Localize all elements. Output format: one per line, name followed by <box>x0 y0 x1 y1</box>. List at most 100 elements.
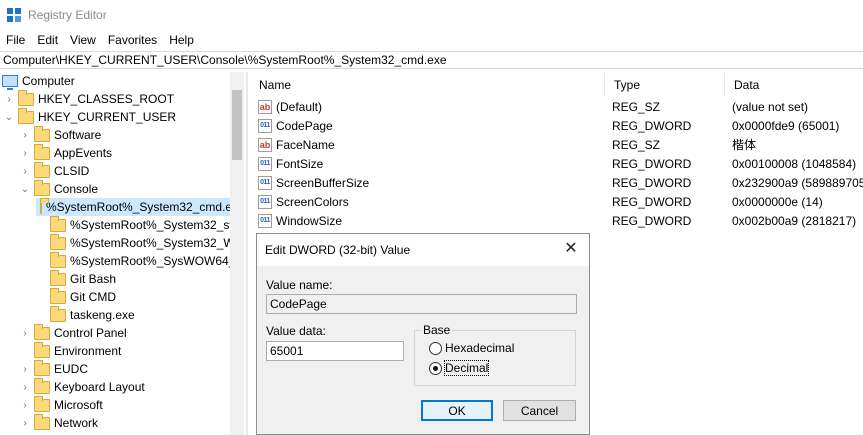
value-row[interactable]: 011 ScreenBufferSize REG_DWORD 0x232900a9… <box>250 173 863 192</box>
menu-bar: File Edit View Favorites Help <box>0 30 863 50</box>
tree-item-label: Git Bash <box>70 272 117 286</box>
tree-item-clsid[interactable]: › CLSID <box>20 161 89 180</box>
scrollbar-thumb[interactable] <box>232 90 242 160</box>
tree-item-cmd-exe[interactable]: %SystemRoot%_System32_cmd.exe <box>36 197 244 216</box>
menu-file[interactable]: File <box>1 33 30 47</box>
tree-item-console[interactable]: ⌄ Console <box>20 179 99 198</box>
tree-item-network[interactable]: › Network <box>20 413 99 432</box>
chevron-right-icon[interactable]: › <box>4 90 14 108</box>
menu-help[interactable]: Help <box>164 33 199 47</box>
tree-item-system32-powershell[interactable]: %SystemRoot%_System32_WindowsPowerShell <box>36 233 244 252</box>
tree-item-environment[interactable]: Environment <box>20 341 121 360</box>
tree-item-git-cmd[interactable]: Git CMD <box>36 287 116 306</box>
chevron-right-icon[interactable]: › <box>20 360 30 378</box>
value-row[interactable]: 011 WindowSize REG_DWORD 0x002b00a9 (2818… <box>250 211 863 230</box>
folder-icon <box>34 323 50 340</box>
cancel-button[interactable]: Cancel <box>503 400 576 421</box>
radio-decimal[interactable]: Decimal <box>429 360 490 376</box>
value-row[interactable]: ab (Default) REG_SZ (value not set) <box>250 97 863 116</box>
tree-item-label: Microsoft <box>54 398 103 412</box>
value-row[interactable]: 011 FontSize REG_DWORD 0x00100008 (104858… <box>250 154 863 173</box>
folder-icon <box>50 251 66 268</box>
value-name: FaceName <box>276 137 335 152</box>
menu-edit[interactable]: Edit <box>32 33 63 47</box>
tree-item-label: %SystemRoot%_System32_svchost.exe <box>70 218 244 232</box>
tree-item-label: Computer <box>22 74 75 88</box>
tree-item-microsoft[interactable]: › Microsoft <box>20 395 103 414</box>
chevron-right-icon[interactable]: › <box>20 324 30 342</box>
registry-tree: Computer › HKEY_CLASSES_ROOT ⌄ HKEY_CURR… <box>0 72 244 435</box>
value-data: (value not set) <box>732 99 809 114</box>
tree-item-software[interactable]: › Software <box>20 125 101 144</box>
tree-item-svchost[interactable]: %SystemRoot%_System32_svchost.exe <box>36 215 244 234</box>
value-name: (Default) <box>276 99 323 114</box>
chevron-right-icon[interactable]: › <box>20 126 30 144</box>
value-name: ScreenBufferSize <box>276 175 370 190</box>
radio-button-checked[interactable] <box>429 361 442 375</box>
chevron-right-icon[interactable]: › <box>20 162 30 180</box>
tree-item-syswow64-powershell[interactable]: %SystemRoot%_SysWOW64_WindowsPowerShell <box>36 251 244 270</box>
dialog-title: Edit DWORD (32-bit) Value <box>265 243 411 257</box>
computer-icon <box>2 75 18 90</box>
dialog-title-bar[interactable]: Edit DWORD (32-bit) Value <box>257 234 589 266</box>
tree-item-appevents[interactable]: › AppEvents <box>20 143 113 162</box>
value-name: ScreenColors <box>276 194 349 209</box>
tree-scrollbar[interactable] <box>230 72 244 435</box>
folder-icon <box>34 341 50 358</box>
value-type: REG_DWORD <box>612 175 692 190</box>
chevron-right-icon[interactable]: › <box>20 414 30 432</box>
radio-label: Hexadecimal <box>445 341 515 355</box>
tree-item-taskeng[interactable]: taskeng.exe <box>36 305 135 324</box>
folder-icon <box>50 233 66 250</box>
value-row[interactable]: ab FaceName REG_SZ 楷体 <box>250 135 863 154</box>
base-group: Base Hexadecimal Decimal <box>414 323 576 386</box>
radio-hexadecimal[interactable]: Hexadecimal <box>429 341 514 355</box>
folder-icon <box>34 161 50 178</box>
ok-button[interactable]: OK <box>421 400 493 421</box>
column-header-name[interactable]: Name <box>250 74 605 96</box>
window-title: Registry Editor <box>28 8 107 22</box>
menu-view[interactable]: View <box>65 33 101 47</box>
chevron-right-icon[interactable]: › <box>20 378 30 396</box>
tree-item-hkey-current-user[interactable]: ⌄ HKEY_CURRENT_USER <box>4 107 177 126</box>
folder-icon <box>34 143 50 160</box>
value-list-header: Name Type Data <box>250 74 863 96</box>
tree-item-label: %SystemRoot%_System32_cmd.exe <box>46 200 244 214</box>
edit-dword-dialog: Edit DWORD (32-bit) Value ✕ Value name: … <box>256 233 590 435</box>
chevron-right-icon[interactable]: › <box>20 396 30 414</box>
value-data: 0x0000fde9 (65001) <box>732 118 840 133</box>
value-data-text: 65001 <box>270 344 304 358</box>
tree-item-git-bash[interactable]: Git Bash <box>36 269 117 288</box>
value-row[interactable]: 011 CodePage REG_DWORD 0x0000fde9 (65001) <box>250 116 863 135</box>
tree-item-label: HKEY_CURRENT_USER <box>38 110 177 124</box>
tree-item-computer[interactable]: Computer <box>2 72 75 90</box>
folder-icon <box>50 215 66 232</box>
value-type: REG_SZ <box>612 99 661 114</box>
value-data-input[interactable]: 65001 <box>266 341 404 361</box>
tree-item-hkey-classes-root[interactable]: › HKEY_CLASSES_ROOT <box>4 89 174 108</box>
folder-icon <box>34 377 50 394</box>
chevron-right-icon[interactable]: › <box>20 144 30 162</box>
dword-value-icon: 011 <box>258 213 272 228</box>
folder-icon <box>18 107 34 124</box>
chevron-down-icon[interactable]: ⌄ <box>4 108 14 126</box>
tree-item-label: AppEvents <box>54 146 113 160</box>
tree-item-label: Console <box>54 182 99 196</box>
address-bar[interactable]: Computer\HKEY_CURRENT_USER\Console\%Syst… <box>0 51 863 69</box>
chevron-down-icon[interactable]: ⌄ <box>20 180 30 198</box>
folder-icon <box>34 395 50 412</box>
tree-item-eudc[interactable]: › EUDC <box>20 359 88 378</box>
column-header-type[interactable]: Type <box>605 74 725 96</box>
radio-button[interactable] <box>429 341 442 355</box>
menu-favorites[interactable]: Favorites <box>103 33 162 47</box>
column-header-data[interactable]: Data <box>725 74 863 96</box>
tree-item-keyboard-layout[interactable]: › Keyboard Layout <box>20 377 145 396</box>
tree-item-label: Network <box>54 416 99 430</box>
tree-item-control-panel[interactable]: › Control Panel <box>20 323 127 342</box>
value-row[interactable]: 011 ScreenColors REG_DWORD 0x0000000e (14… <box>250 192 863 211</box>
value-name-field: CodePage <box>266 294 577 314</box>
pane-splitter[interactable] <box>246 72 248 435</box>
value-name-label: Value name: <box>266 278 333 292</box>
close-icon[interactable]: ✕ <box>563 241 579 257</box>
dword-value-icon: 011 <box>258 194 272 209</box>
